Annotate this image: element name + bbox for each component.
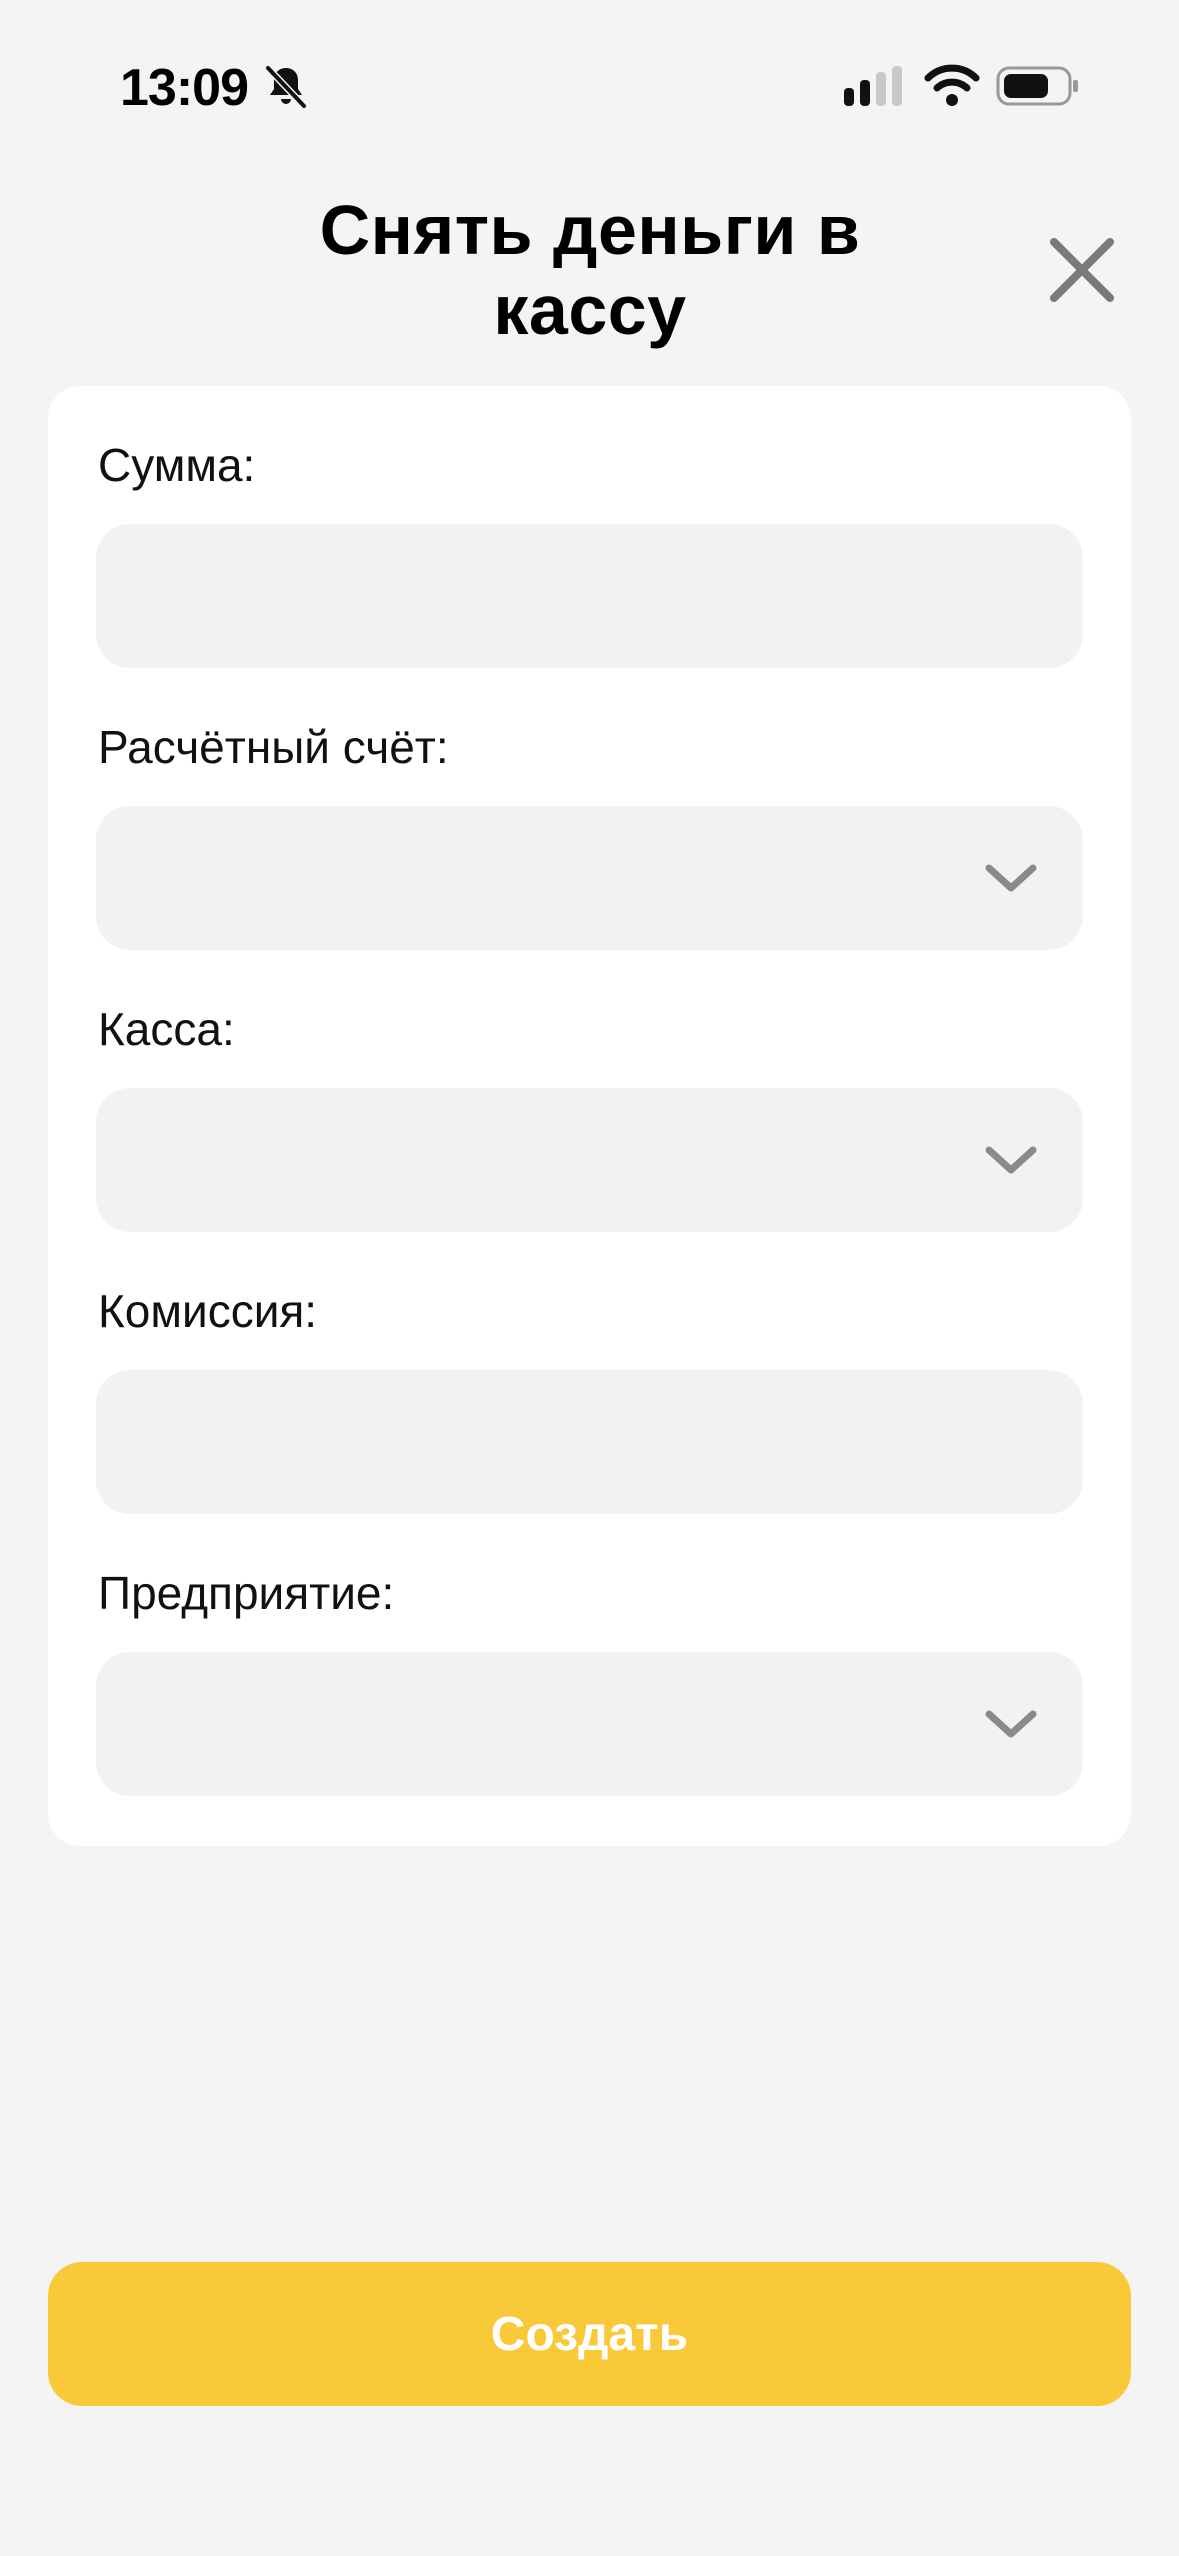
- enterprise-label: Предприятие:: [98, 1567, 395, 1619]
- status-time: 13:09: [120, 59, 249, 117]
- create-button[interactable]: Создать: [48, 2262, 1131, 2406]
- wifi-icon: [924, 64, 980, 106]
- amount-input[interactable]: [96, 524, 1083, 668]
- cashbox-select[interactable]: [96, 1088, 1083, 1232]
- cashbox-label: Касса:: [98, 1003, 235, 1055]
- commission-input[interactable]: [96, 1370, 1083, 1514]
- chevron-down-icon: [985, 1146, 1037, 1174]
- commission-label: Комиссия:: [98, 1285, 318, 1337]
- account-label: Расчётный счёт:: [98, 721, 449, 773]
- form-card: Сумма: Расчётный счёт: Касса: Комиссия: …: [48, 386, 1131, 1846]
- close-icon[interactable]: [1044, 232, 1120, 308]
- bell-slash-icon: [265, 65, 307, 109]
- status-bar: 13:09: [0, 0, 1179, 170]
- account-select[interactable]: [96, 806, 1083, 950]
- chevron-down-icon: [985, 1710, 1037, 1738]
- page-title: Снять деньги в кассу: [319, 191, 861, 349]
- battery-icon: [996, 66, 1078, 106]
- chevron-down-icon: [985, 864, 1037, 892]
- enterprise-select[interactable]: [96, 1652, 1083, 1796]
- signal-icon: [844, 66, 902, 106]
- amount-label: Сумма:: [98, 439, 256, 491]
